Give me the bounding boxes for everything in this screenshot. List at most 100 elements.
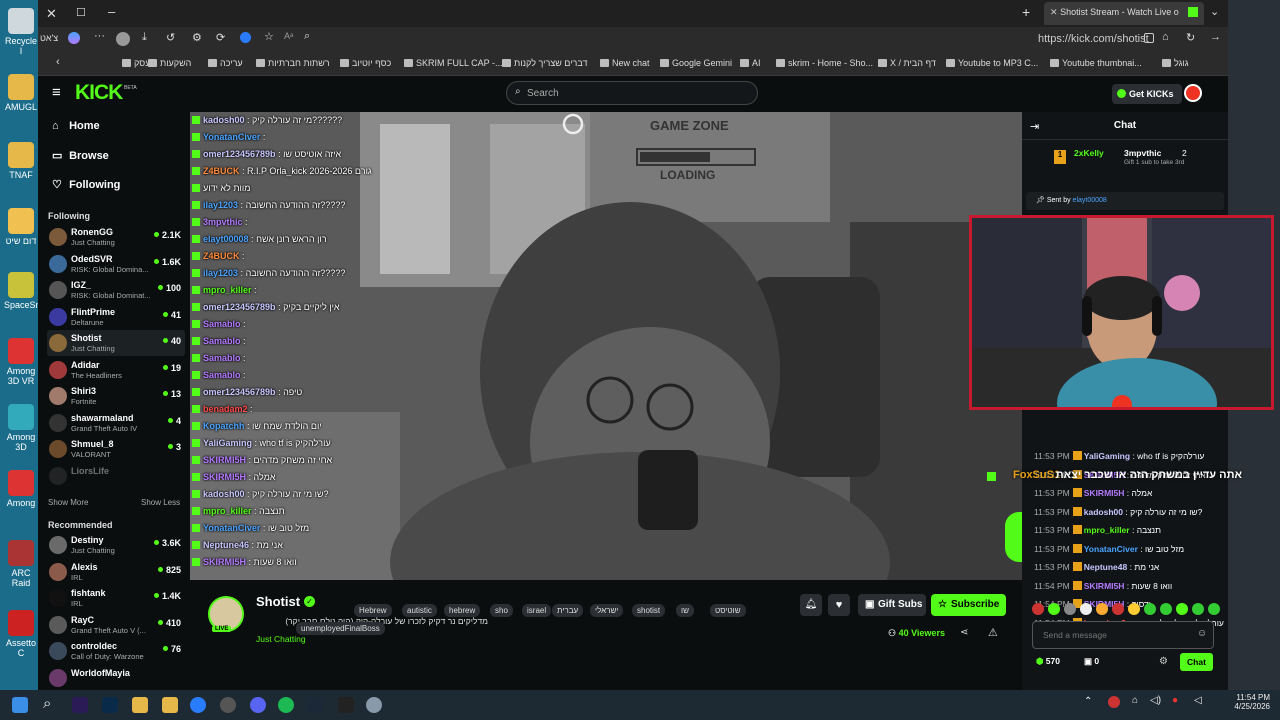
emote-icon[interactable] [1080, 603, 1092, 615]
nav-browse[interactable]: ▭ Browse [52, 149, 109, 162]
user-avatar[interactable] [1184, 84, 1202, 102]
channel-item[interactable]: IGZ_ RISK: Global Dominat... 100 [47, 277, 185, 303]
clock[interactable]: 11:54 PM 4/25/2026 [1220, 693, 1270, 711]
new-tab-icon[interactable]: + [1022, 4, 1030, 20]
leader2-name[interactable]: 3mpvthic [1124, 148, 1161, 158]
premiere-icon[interactable] [72, 697, 88, 713]
tag[interactable]: Hebrew [354, 604, 392, 617]
notification-bell-button[interactable]: 🔔︎ [800, 594, 822, 616]
tab-active[interactable]: ✕ Shotist Stream - Watch Live o [1044, 2, 1204, 25]
avatar[interactable] [116, 32, 130, 46]
tab-view-icon[interactable] [1144, 33, 1154, 43]
channel-item[interactable]: LiorsLife [47, 463, 185, 489]
edge-taskbar-icon[interactable] [190, 697, 206, 713]
download-icon[interactable]: ⤓ [142, 31, 147, 44]
leader1-name[interactable]: 2xKelly [1074, 148, 1104, 158]
desktop-icon-recycle[interactable]: Recycle I [4, 8, 38, 56]
get-kicks-button[interactable]: Get KICKs [1112, 84, 1182, 104]
fav-item[interactable]: skrim - Home - Sho... [776, 58, 873, 68]
subscribe-button[interactable]: ☆ Subscribe [931, 594, 1006, 616]
video-player[interactable]: GAME ZONE LOADING kadosh00 : מי זה עורלה… [190, 112, 1022, 580]
desktop-icon-arc[interactable]: ARC Raid [4, 540, 38, 588]
close-window-icon[interactable]: ✕ [46, 6, 57, 22]
emoji-icon[interactable]: ☺ [1197, 628, 1207, 639]
menu-icon[interactable]: ≡ [52, 84, 61, 101]
puzzle-app-icon[interactable] [162, 697, 178, 713]
highlight-user[interactable]: FoxSuS1 [1013, 469, 1060, 481]
search-input[interactable]: Search [527, 88, 559, 99]
desktop-icon-amugl[interactable]: AMUGL [4, 74, 38, 112]
channel-item[interactable]: Shiri3 Fortnite 13 [47, 383, 185, 409]
more-icon[interactable]: ··· [94, 30, 105, 42]
minimize-icon[interactable]: – [108, 4, 115, 19]
desktop-icon-among-3d[interactable]: Among 3D [4, 404, 38, 452]
message-user[interactable]: SKIRMI5H [1084, 581, 1125, 591]
maximize-icon[interactable]: ☐ [76, 6, 86, 19]
desktop-icon-among[interactable]: Among [4, 470, 38, 508]
steam-icon[interactable] [306, 697, 322, 713]
spotify-icon[interactable] [278, 697, 294, 713]
tray-chevron-icon[interactable]: ⌃ [1084, 696, 1092, 707]
message-user[interactable]: Neptune48 [1084, 562, 1127, 572]
fav-item[interactable]: Youtube thumbnai... [1050, 58, 1142, 68]
channel-item[interactable]: WorldofMayia [47, 665, 185, 691]
channel-item[interactable]: fishtank IRL 1.4K [47, 585, 185, 611]
settings-taskbar-icon[interactable] [366, 697, 382, 713]
emote-icon[interactable] [1128, 603, 1140, 615]
emote-icon[interactable] [1192, 603, 1204, 615]
tag[interactable]: שו [676, 604, 694, 617]
gift-count[interactable]: ▣ 0 [1084, 656, 1099, 667]
fav-item[interactable]: Google Gemini [660, 58, 732, 68]
tag[interactable]: עברית [552, 604, 584, 617]
volume-icon[interactable]: ◁) [1150, 695, 1161, 706]
gift-subs-button[interactable]: ▣ Gift Subs [858, 594, 926, 616]
desktop-icon-among-vr[interactable]: Among 3D VR [4, 338, 38, 386]
channel-item[interactable]: Shmuel_8 VALORANT 3 [47, 436, 185, 462]
show-less-link[interactable]: Show Less [141, 498, 180, 507]
reload-icon[interactable]: ↻ [1186, 31, 1195, 44]
forward-icon[interactable]: → [1210, 31, 1221, 43]
photoshop-icon[interactable] [102, 697, 118, 713]
channel-item[interactable]: controldec Call of Duty: Warzone 76 [47, 638, 185, 664]
discord-icon[interactable] [250, 697, 266, 713]
emote-icon[interactable] [1064, 603, 1076, 615]
message-user[interactable]: YaliGaming [1084, 451, 1130, 461]
tag[interactable]: israel [522, 604, 552, 617]
read-aloud-icon[interactable]: Aᵃ [284, 31, 293, 41]
network-icon[interactable]: ⌂ [1132, 695, 1138, 706]
chat-settings-icon[interactable]: ⚙ [1159, 656, 1168, 667]
message-user[interactable]: SKIRMI5H [1084, 488, 1125, 498]
fav-item[interactable]: רשתות חברתיות [256, 58, 330, 68]
fav-item[interactable]: עסק [122, 58, 150, 68]
search-taskbar-icon[interactable]: ⌕ [43, 695, 51, 712]
channel-item[interactable]: Shotist Just Chatting 40 [47, 330, 185, 356]
back-fav-icon[interactable]: ‹ [56, 56, 60, 68]
emote-icon[interactable] [1160, 603, 1172, 615]
message-user[interactable]: mpro_killer [1084, 525, 1130, 535]
tag[interactable]: shotist [632, 604, 666, 617]
extension-icon[interactable]: ⚙ [192, 31, 202, 44]
tag[interactable]: ישראלי [590, 604, 624, 617]
speaker-icon[interactable]: ◁ [1194, 695, 1202, 706]
emote-icon[interactable] [1048, 603, 1060, 615]
copilot-icon[interactable] [68, 32, 80, 44]
fav-item[interactable]: SKRIM FULL CAP -... [404, 58, 503, 68]
desktop-icon-folder[interactable]: דום שיט [4, 208, 38, 246]
fav-item[interactable]: כסף יוטיוב [340, 58, 391, 68]
emote-icon[interactable] [1176, 603, 1188, 615]
refresh-icon[interactable]: ⟳ [216, 31, 225, 44]
desktop-icon-assetto[interactable]: Assetto C [4, 610, 38, 658]
profile-label[interactable]: צ'אט [40, 33, 58, 43]
channel-item[interactable]: Adidar The Headliners 19 [47, 357, 185, 383]
tab-close-icon[interactable]: ✕ [1050, 7, 1058, 17]
explorer-icon[interactable] [132, 697, 148, 713]
fav-item[interactable]: עריכה [208, 58, 243, 68]
fav-item[interactable]: X / דף הבית [878, 58, 936, 68]
fav-item[interactable]: דברים שצריך לקנות [502, 58, 587, 68]
desktop-icon-spacesni[interactable]: SpaceSni [4, 272, 43, 310]
fav-item[interactable]: השקעות [148, 58, 191, 68]
zoom-icon[interactable]: ⌕ [304, 30, 310, 43]
category-link[interactable]: Just Chatting [256, 634, 306, 644]
emote-icon[interactable] [1208, 603, 1220, 615]
show-more-link[interactable]: Show More [48, 498, 88, 507]
